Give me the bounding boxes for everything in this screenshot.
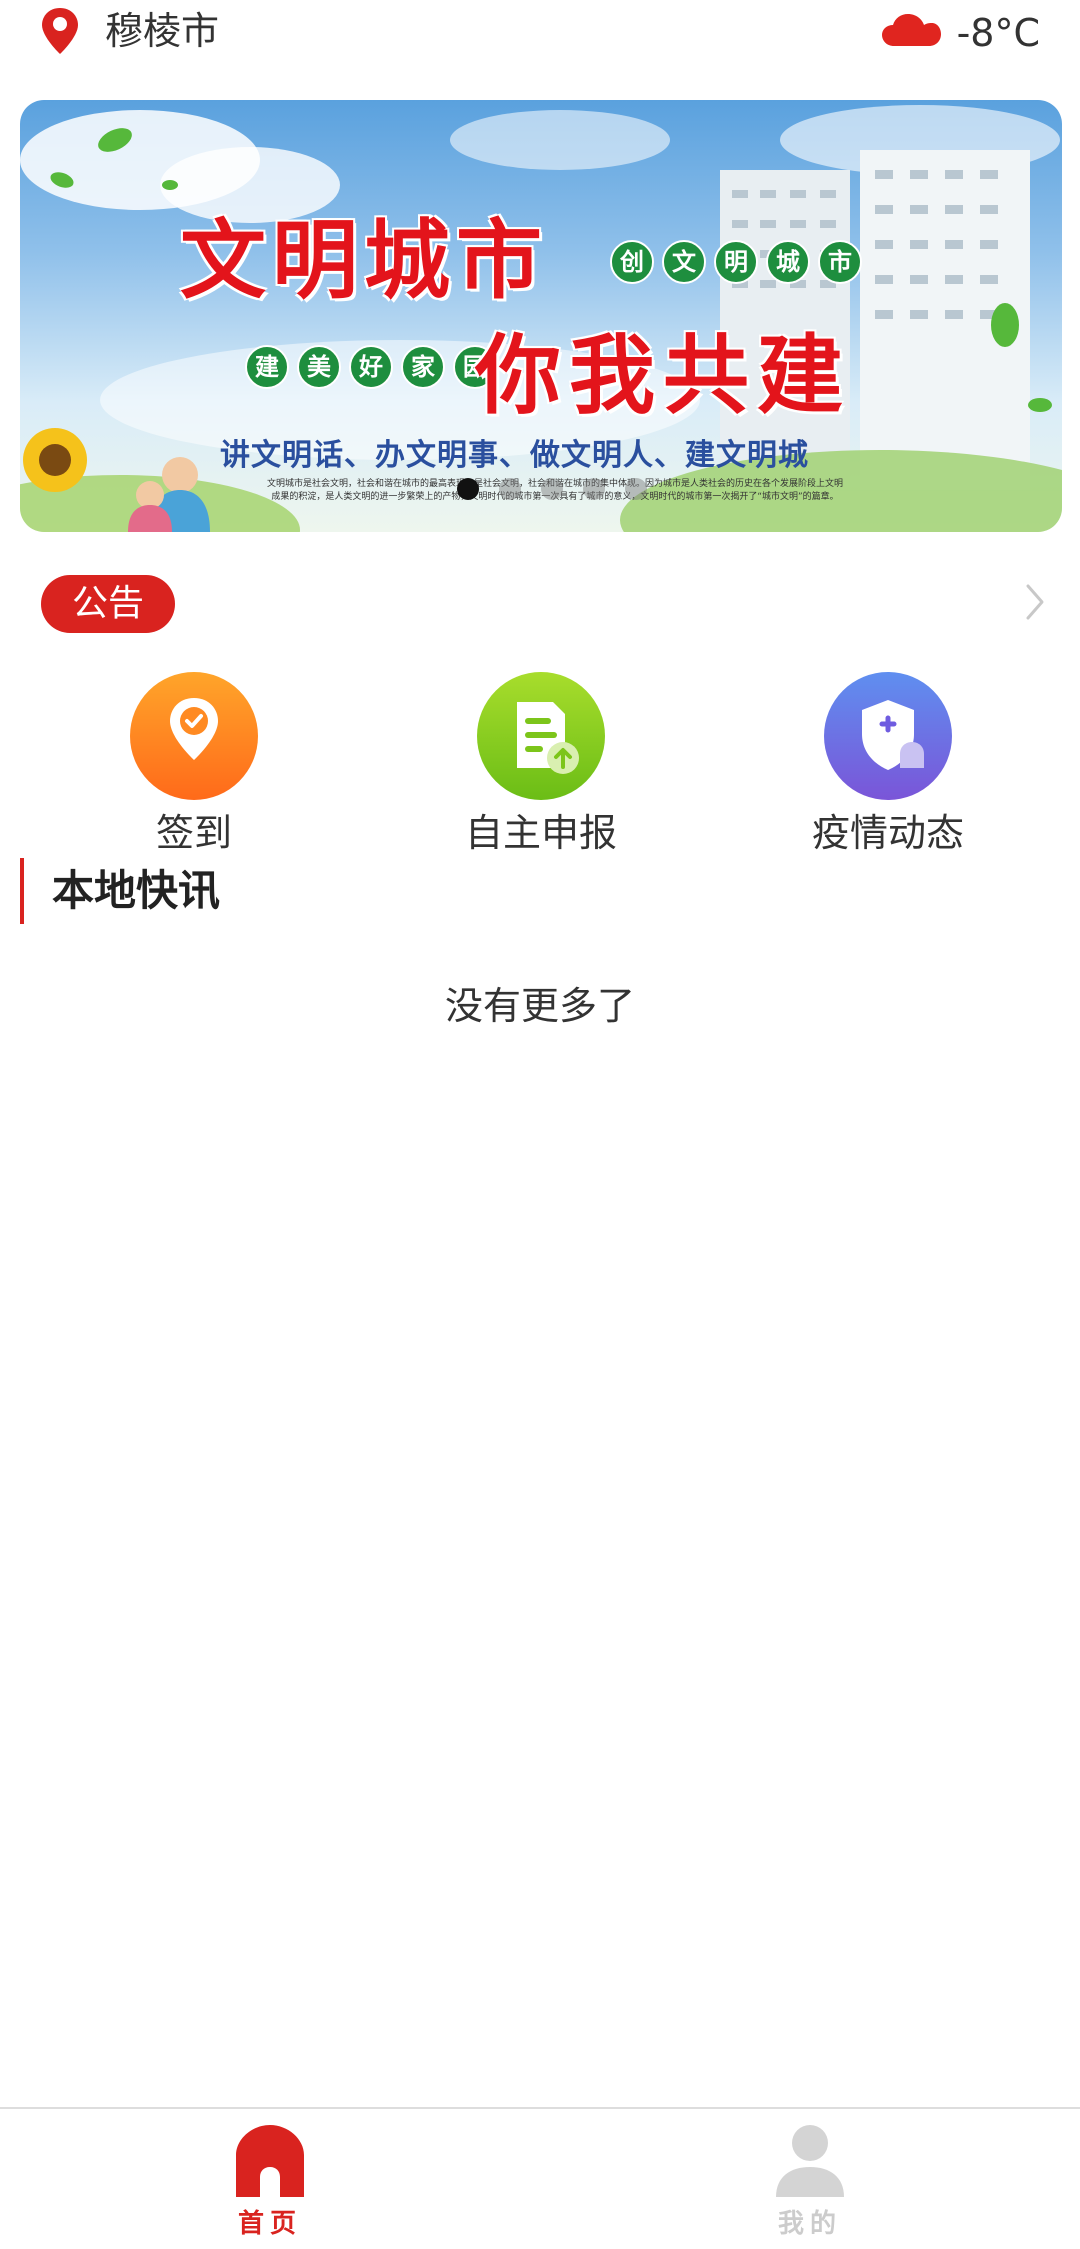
temperature: -8°C — [956, 11, 1040, 55]
tab-home[interactable]: 首页 — [170, 2119, 370, 2241]
banner-chips-bottom: 建 美 好 家 园 — [245, 345, 497, 389]
local-news-section: 本地快讯 — [0, 858, 1080, 924]
chip: 城 — [766, 240, 810, 284]
tab-mine-label: 我的 — [777, 2209, 842, 2239]
document-upload-icon — [477, 672, 605, 800]
epidemic-news-label: 疫情动态 — [811, 811, 964, 855]
chevron-right-icon[interactable] — [1024, 582, 1046, 622]
quick-actions: 签到 自主申报 疫情动态 — [0, 672, 1080, 862]
carousel-dot[interactable] — [625, 478, 647, 500]
chip: 市 — [818, 240, 862, 284]
tab-home-label: 首页 — [237, 2209, 302, 2239]
banner-chips-top: 创 文 明 城 市 — [610, 240, 862, 284]
bottom-tab-bar: 首页 我的 — [0, 2107, 1080, 2249]
home-icon — [236, 2125, 304, 2197]
carousel-dot[interactable] — [541, 478, 563, 500]
check-in-button[interactable]: 签到 — [84, 672, 304, 858]
check-in-pin-icon — [130, 672, 258, 800]
chip: 创 — [610, 240, 654, 284]
chip: 建 — [245, 345, 289, 389]
list-end-text: 没有更多了 — [444, 984, 635, 1028]
carousel-indicators — [457, 478, 647, 500]
cloud-icon — [882, 14, 941, 46]
location-pin-icon[interactable] — [38, 6, 82, 56]
tab-mine[interactable]: 我的 — [710, 2119, 910, 2241]
section-accent-bar — [20, 858, 24, 924]
banner-title-line1: 文明城市 — [180, 210, 548, 311]
chip: 明 — [714, 240, 758, 284]
announcement-badge: 公告 — [41, 575, 175, 633]
announcement-bar[interactable]: 公告 — [0, 570, 1080, 636]
section-title: 本地快讯 — [52, 866, 221, 915]
carousel-dot[interactable] — [583, 478, 605, 500]
user-icon — [776, 2125, 844, 2197]
banner-slogan: 讲文明话、办文明事、做文明人、建文明城 — [220, 438, 809, 473]
shield-plus-icon — [824, 672, 952, 800]
self-report-button[interactable]: 自主申报 — [431, 672, 651, 858]
carousel-dot-active[interactable] — [457, 478, 479, 500]
chip: 美 — [297, 345, 341, 389]
chip: 好 — [349, 345, 393, 389]
chip: 文 — [662, 240, 706, 284]
self-report-label: 自主申报 — [464, 811, 617, 855]
check-in-label: 签到 — [155, 811, 232, 855]
chip: 家 — [401, 345, 445, 389]
banner-carousel[interactable]: 文明城市 创 文 明 城 市 建 美 好 家 园 你我共建 讲文明话、办文明事、… — [20, 100, 1062, 532]
epidemic-news-button[interactable]: 疫情动态 — [778, 672, 998, 858]
banner-title-line2: 你我共建 — [475, 325, 851, 426]
city-name[interactable]: 穆棱市 — [105, 6, 219, 56]
top-header: 穆棱市 -8°C — [0, 0, 1080, 70]
carousel-dot[interactable] — [499, 478, 521, 500]
